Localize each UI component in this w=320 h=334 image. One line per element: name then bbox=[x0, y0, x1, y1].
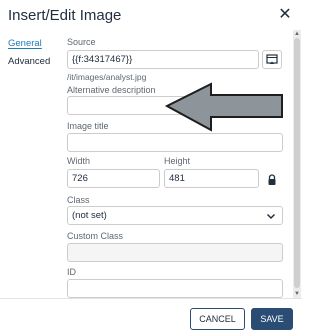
source-input[interactable] bbox=[67, 50, 259, 69]
chevron-down-icon bbox=[266, 213, 276, 220]
cancel-button[interactable]: CANCEL bbox=[190, 308, 245, 330]
scrollbar-thumb[interactable] bbox=[294, 38, 300, 288]
custom-class-input[interactable] bbox=[67, 243, 283, 262]
alt-description-label: Alternative description bbox=[67, 85, 156, 95]
image-title-label: Image title bbox=[67, 121, 109, 131]
id-label: ID bbox=[67, 267, 76, 277]
save-button[interactable]: SAVE bbox=[251, 308, 293, 330]
scroll-down-icon[interactable]: ▼ bbox=[293, 290, 301, 298]
height-label: Height bbox=[164, 156, 191, 166]
browse-icon[interactable] bbox=[262, 50, 282, 69]
dialog-title: Insert/Edit Image bbox=[8, 7, 122, 24]
scroll-up-icon[interactable]: ▲ bbox=[293, 30, 301, 38]
height-input[interactable] bbox=[164, 169, 259, 188]
source-path-text: /it/images/analyst.jpg bbox=[67, 72, 147, 82]
close-icon[interactable]: ✕ bbox=[276, 6, 294, 24]
lock-icon[interactable] bbox=[267, 173, 277, 185]
width-label: Width bbox=[67, 156, 91, 166]
width-input[interactable] bbox=[67, 169, 160, 188]
source-label: Source bbox=[67, 37, 96, 47]
class-select[interactable]: (not set) bbox=[67, 206, 283, 225]
class-select-value: (not set) bbox=[72, 210, 107, 221]
custom-class-label: Custom Class bbox=[67, 231, 124, 241]
dialog-tab-nav: General Advanced bbox=[8, 37, 63, 73]
image-title-input[interactable] bbox=[67, 133, 283, 152]
class-label: Class bbox=[67, 195, 90, 205]
tab-advanced[interactable]: Advanced bbox=[8, 55, 63, 73]
id-input[interactable] bbox=[67, 279, 283, 298]
insert-edit-image-dialog: Insert/Edit Image ✕ General Advanced Sou… bbox=[0, 0, 302, 334]
alt-description-input[interactable] bbox=[67, 96, 283, 115]
tab-general[interactable]: General bbox=[8, 37, 63, 55]
